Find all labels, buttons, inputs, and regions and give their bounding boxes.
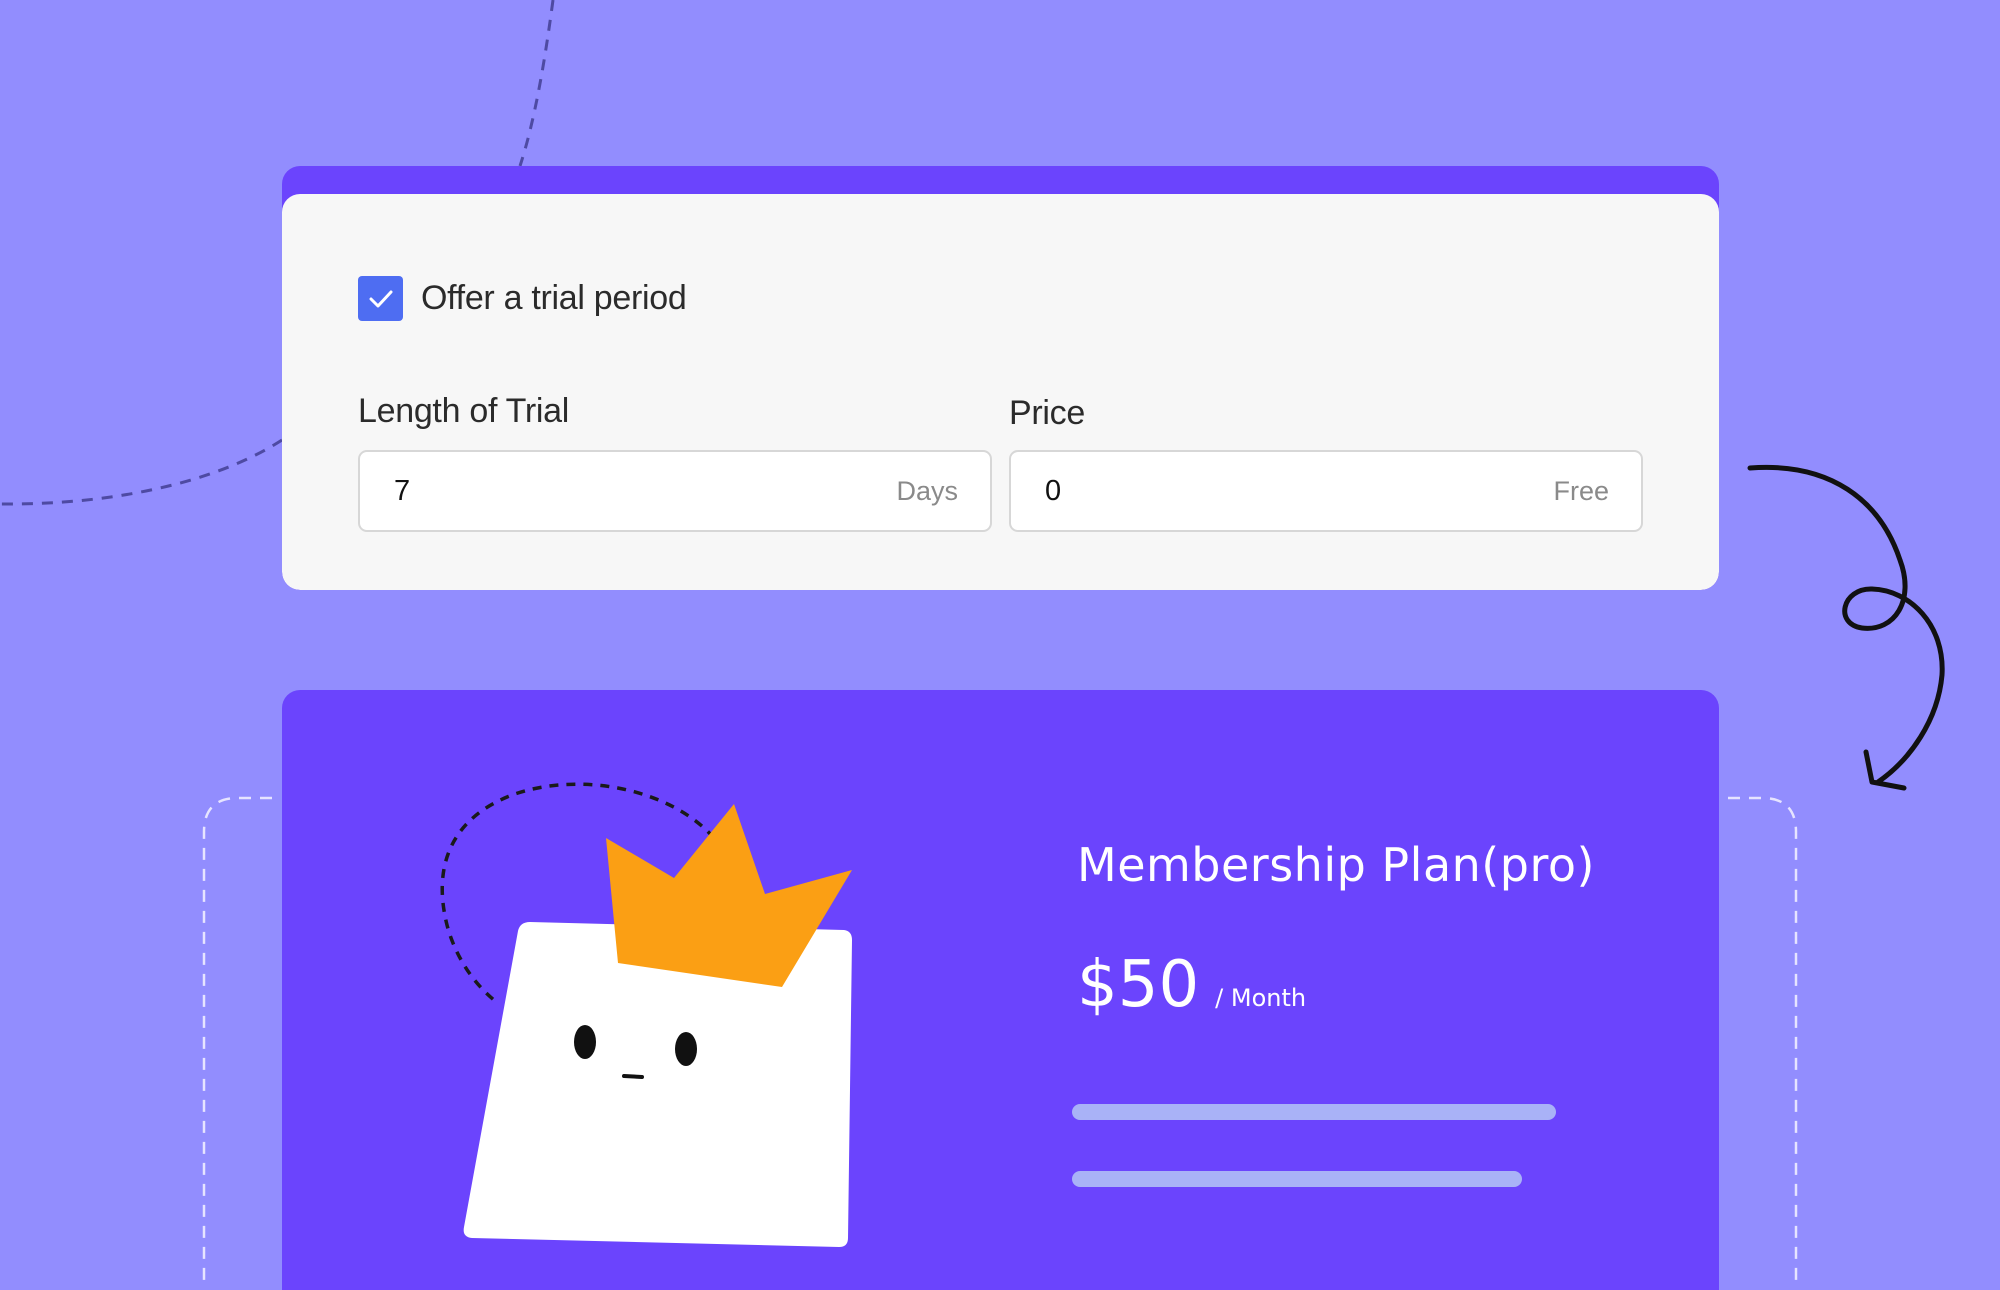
dashed-frame [202, 796, 272, 1280]
checkmark-icon [369, 290, 392, 307]
trial-checkbox[interactable] [358, 276, 403, 321]
price-field[interactable]: Free [1009, 450, 1643, 532]
membership-plan-card: Membership Plan(pro) $50 / Month [282, 690, 1719, 1290]
mascot-right-eye [675, 1032, 697, 1066]
mascot-body [463, 922, 852, 1247]
plan-period: / Month [1215, 984, 1307, 1012]
trial-length-field[interactable]: Days [358, 450, 992, 532]
price-input[interactable] [1011, 452, 1554, 530]
price-label: Price [1009, 394, 1085, 432]
plan-price-row: $50 / Month [1077, 948, 1306, 1022]
plan-price: $50 [1077, 948, 1200, 1022]
price-suffix: Free [1553, 475, 1609, 506]
mascot-mouth [622, 1074, 644, 1079]
loop-arrow-icon [1747, 464, 1945, 785]
feature-placeholder-line [1072, 1104, 1556, 1120]
trial-length-input[interactable] [360, 452, 897, 530]
dashed-frame-right [1728, 796, 1798, 1280]
arrow-head [1863, 749, 1907, 791]
mascot-left-eye [574, 1025, 596, 1059]
trial-length-label: Length of Trial [358, 392, 569, 430]
crowned-mascot-illustration [440, 782, 852, 1247]
trial-checkbox-row[interactable]: Offer a trial period [358, 276, 687, 321]
trial-checkbox-label: Offer a trial period [421, 279, 687, 317]
trial-settings-panel: Offer a trial period Length of Trial Day… [282, 194, 1719, 590]
feature-placeholder-line [1072, 1171, 1522, 1187]
trial-length-suffix: Days [896, 475, 958, 506]
trial-settings-card: Offer a trial period Length of Trial Day… [282, 166, 1719, 590]
plan-title: Membership Plan(pro) [1077, 838, 1595, 892]
